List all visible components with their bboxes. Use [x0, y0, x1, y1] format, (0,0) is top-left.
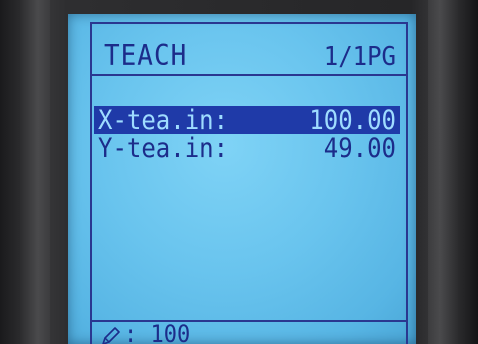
- param-row-x-teach[interactable]: X-tea.in: 100.00: [94, 104, 400, 136]
- screen-title: TEACH: [104, 40, 188, 73]
- param-value: 100.00: [309, 104, 396, 136]
- lcd-content: TEACH 1/1PG X-tea.in: 100.00 Y-tea.in: 4…: [90, 22, 408, 344]
- page-indicator: 1/1PG: [323, 41, 396, 72]
- device-bezel-left: [20, 0, 50, 344]
- param-value: 49.00: [323, 132, 396, 164]
- device-frame: TEACH 1/1PG X-tea.in: 100.00 Y-tea.in: 4…: [0, 0, 478, 344]
- edit-value: : 100: [124, 320, 191, 344]
- lcd-screen: TEACH 1/1PG X-tea.in: 100.00 Y-tea.in: 4…: [68, 14, 416, 344]
- edit-value-number: 100: [150, 320, 191, 344]
- pencil-icon: [100, 325, 122, 344]
- edit-separator: :: [124, 320, 138, 344]
- param-row-y-teach[interactable]: Y-tea.in: 49.00: [94, 132, 400, 164]
- param-label: Y-tea.in:: [98, 132, 229, 164]
- param-label: X-tea.in:: [98, 104, 229, 136]
- device-bezel-right: [428, 0, 458, 344]
- screen-header: TEACH 1/1PG: [90, 22, 408, 74]
- edit-footer: : 100: [90, 320, 408, 344]
